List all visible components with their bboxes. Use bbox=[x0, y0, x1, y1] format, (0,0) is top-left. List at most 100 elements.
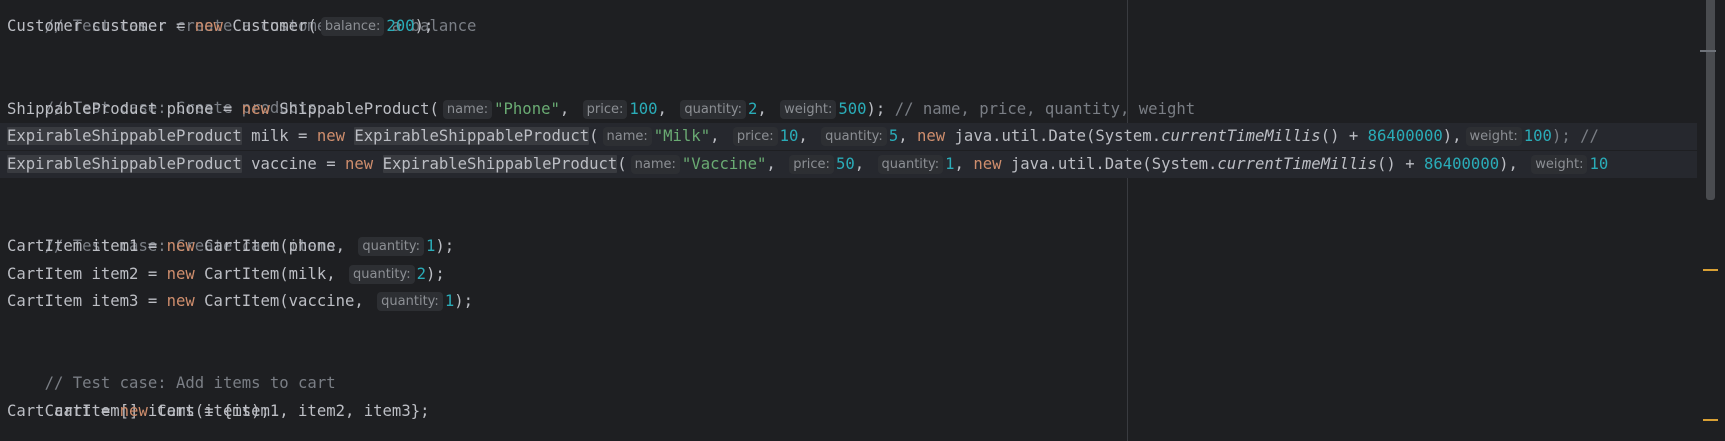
code-text: , bbox=[898, 127, 917, 145]
class-reference-highlight: ExpirableShippableProduct bbox=[7, 127, 242, 145]
code-text: ), bbox=[1499, 155, 1528, 173]
param-hint-name: name: bbox=[442, 100, 493, 119]
code-text: Customer( bbox=[222, 17, 317, 35]
comment: // name, price, quantity, weight bbox=[894, 100, 1196, 118]
scrollbar-thumb[interactable] bbox=[1706, 0, 1715, 200]
code-line-5[interactable]: ShippableProduct phone = new ShippablePr… bbox=[7, 96, 1195, 123]
code-line-12[interactable]: CartItem item3 = new CartItem(vaccine, q… bbox=[7, 288, 473, 315]
code-text: Customer customer = bbox=[7, 17, 195, 35]
code-line-4[interactable]: // Test case: Create products bbox=[7, 68, 317, 117]
param-hint-weight: weight: bbox=[1465, 127, 1522, 146]
code-line-15[interactable]: CartItem[] items = {item1, item2, item3}… bbox=[7, 371, 430, 420]
param-hint-price: price: bbox=[789, 155, 834, 174]
static-method-call: currentTimeMillis bbox=[1161, 127, 1321, 145]
number-literal: 5 bbox=[888, 127, 899, 145]
param-hint-weight: weight: bbox=[1531, 155, 1588, 174]
code-text: ( bbox=[617, 155, 627, 173]
number-literal: 10 bbox=[1589, 155, 1609, 173]
scroll-marker[interactable] bbox=[1700, 50, 1716, 52]
code-text: CartItem item2 = bbox=[7, 265, 167, 283]
class-reference-highlight: ExpirableShippableProduct bbox=[7, 155, 242, 173]
code-text: ); bbox=[454, 292, 473, 310]
code-text: ); bbox=[414, 17, 434, 35]
code-text: CartItem(vaccine, bbox=[194, 292, 374, 310]
code-text: java.util.Date(System. bbox=[1001, 155, 1218, 173]
keyword: new bbox=[166, 265, 195, 283]
number-literal: 100 bbox=[1523, 127, 1552, 145]
number-literal: 86400000 bbox=[1423, 155, 1500, 173]
class-reference-highlight: ExpirableShippableProduct bbox=[354, 127, 590, 145]
number-literal: 2 bbox=[416, 265, 427, 283]
code-text: , bbox=[710, 127, 729, 145]
code-text: , bbox=[854, 155, 874, 173]
code-text: ); // bbox=[1551, 127, 1599, 145]
code-text: () + bbox=[1320, 127, 1368, 145]
number-literal: 200 bbox=[386, 17, 415, 35]
code-text: CartItem(milk, bbox=[194, 265, 345, 283]
param-hint-name: name: bbox=[630, 155, 680, 174]
param-hint-quantity: quantity: bbox=[680, 100, 746, 119]
warning-marker[interactable] bbox=[1703, 269, 1718, 271]
warning-marker[interactable] bbox=[1703, 419, 1718, 421]
number-literal: 1 bbox=[945, 155, 955, 173]
code-line-6[interactable]: ExpirableShippableProduct milk = new Exp… bbox=[0, 123, 1697, 150]
keyword: new bbox=[345, 155, 374, 173]
param-hint-price: price: bbox=[582, 100, 628, 119]
code-text: milk = bbox=[241, 127, 317, 145]
static-method-call: currentTimeMillis bbox=[1217, 155, 1378, 173]
keyword: new bbox=[916, 127, 946, 145]
right-margin-guide bbox=[1127, 0, 1128, 441]
number-literal: 100 bbox=[629, 100, 658, 118]
param-hint-weight: weight: bbox=[780, 100, 837, 119]
code-text: ShippableProduct phone = bbox=[7, 100, 242, 118]
code-line-11[interactable]: CartItem item2 = new CartItem(milk, quan… bbox=[7, 261, 445, 288]
code-editor[interactable]: // Test case: create a customer with a b… bbox=[0, 0, 1725, 441]
param-hint-quantity: quantity: bbox=[821, 127, 887, 146]
code-line-14[interactable]: // Test case: Add items to cart bbox=[7, 343, 336, 392]
code-text: , bbox=[766, 155, 786, 173]
string-literal: "Milk" bbox=[653, 127, 711, 145]
code-text: Cart cart = bbox=[7, 402, 120, 420]
param-hint-quantity: quantity: bbox=[349, 265, 415, 284]
code-text: ), bbox=[1442, 127, 1462, 145]
keyword: new bbox=[119, 402, 148, 420]
code-text: ShippableProduct( bbox=[269, 100, 439, 118]
code-line-9[interactable]: // Test case: Create cart items bbox=[7, 206, 336, 255]
code-text: ); bbox=[866, 100, 895, 118]
number-literal: 2 bbox=[747, 100, 758, 118]
code-text: , bbox=[559, 100, 579, 118]
code-text: , bbox=[757, 100, 777, 118]
code-text: ); bbox=[426, 265, 445, 283]
string-literal: "Phone" bbox=[494, 100, 560, 118]
keyword: new bbox=[316, 127, 345, 145]
keyword: new bbox=[166, 237, 195, 255]
param-hint-quantity: quantity: bbox=[877, 155, 944, 174]
code-text: () + bbox=[1377, 155, 1424, 173]
code-line-7[interactable]: ExpirableShippableProduct vaccine = new … bbox=[0, 151, 1697, 178]
param-hint-balance: balance: bbox=[320, 17, 385, 36]
param-hint-name: name: bbox=[602, 127, 652, 146]
number-literal: 50 bbox=[835, 155, 855, 173]
param-hint-price: price: bbox=[732, 127, 778, 146]
keyword: new bbox=[973, 155, 1002, 173]
code-text: , bbox=[657, 100, 677, 118]
code-line-10[interactable]: CartItem item1 = new CartItem(phone, qua… bbox=[7, 233, 454, 260]
code-line-16[interactable]: Cart cart = new Cart(items); bbox=[7, 398, 270, 425]
vertical-scrollbar[interactable] bbox=[1697, 0, 1725, 441]
number-literal: 1 bbox=[426, 237, 436, 255]
param-hint-quantity: quantity: bbox=[377, 292, 443, 311]
code-text: ( bbox=[589, 127, 599, 145]
keyword: new bbox=[194, 17, 223, 35]
code-text: ); bbox=[435, 237, 455, 255]
code-line-1[interactable]: // Test case: create a customer with a b… bbox=[7, 0, 477, 35]
number-literal: 1 bbox=[444, 292, 455, 310]
code-text: CartItem item3 = bbox=[7, 292, 167, 310]
code-line-2[interactable]: Customer customer = new Customer(balance… bbox=[7, 13, 433, 40]
code-text: , bbox=[798, 127, 818, 145]
code-text: CartItem item1 = bbox=[7, 237, 167, 255]
code-text: Cart(items); bbox=[147, 402, 270, 420]
code-text: CartItem(phone, bbox=[194, 237, 355, 255]
string-literal: "Vaccine" bbox=[681, 155, 767, 173]
